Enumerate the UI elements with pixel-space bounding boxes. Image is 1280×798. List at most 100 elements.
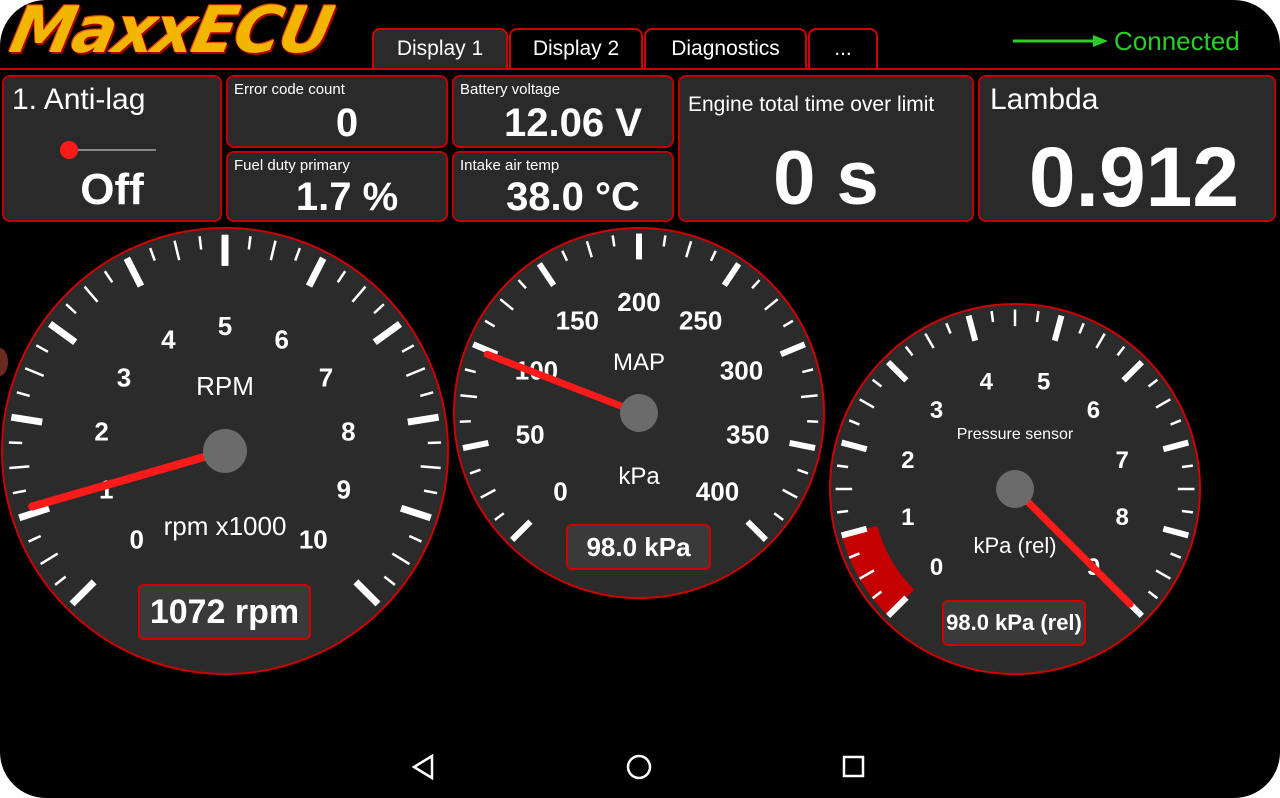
minor-tick bbox=[800, 394, 818, 399]
tick-label: 8 bbox=[341, 416, 355, 446]
tick-label: 9 bbox=[337, 475, 351, 505]
gauge-hub bbox=[620, 394, 658, 432]
minor-tick bbox=[990, 310, 995, 323]
tick-label: 400 bbox=[696, 476, 739, 506]
minor-tick bbox=[8, 441, 23, 445]
tab-diagnostics[interactable]: Diagnostics bbox=[644, 28, 807, 68]
engine-time-label: Engine total time over limit bbox=[688, 93, 935, 116]
tick-label: 10 bbox=[299, 524, 328, 554]
tab-label: ... bbox=[834, 37, 852, 60]
tick-label: 6 bbox=[1087, 397, 1100, 424]
tick-label: 150 bbox=[556, 306, 599, 336]
minor-tick bbox=[807, 420, 819, 424]
minor-tick bbox=[420, 465, 441, 470]
intake-air-label: Intake air temp bbox=[460, 157, 560, 174]
gauge-title: MAP bbox=[613, 349, 665, 376]
maxxecu-logo: MaxxECU bbox=[4, 0, 338, 68]
tab-display-1[interactable]: Display 1 bbox=[372, 28, 508, 68]
antilag-switch-thumb[interactable] bbox=[60, 141, 78, 159]
lambda-label: Lambda bbox=[990, 83, 1099, 116]
error-code-label: Error code count bbox=[234, 81, 345, 98]
gauge-hub bbox=[996, 470, 1034, 508]
major-tick bbox=[10, 413, 43, 426]
tick-label: 3 bbox=[117, 363, 131, 393]
error-code-value: 0 bbox=[335, 101, 359, 145]
tab-more[interactable]: ... bbox=[808, 28, 878, 68]
minor-tick bbox=[460, 394, 478, 399]
back-icon[interactable] bbox=[410, 752, 438, 782]
tick-label: 5 bbox=[218, 311, 232, 341]
antilag-label: 1. Anti-lag bbox=[12, 83, 146, 116]
antilag-switch-track[interactable] bbox=[68, 149, 156, 151]
recents-icon[interactable] bbox=[840, 752, 868, 782]
intake-air-panel: Intake air temp 38.0 °C bbox=[452, 151, 674, 222]
tick-label: 6 bbox=[274, 325, 288, 355]
map-readout: 98.0 kPa bbox=[566, 524, 711, 570]
home-icon[interactable] bbox=[624, 752, 654, 782]
rpm-readout: 1072 rpm bbox=[138, 584, 311, 640]
minor-tick bbox=[459, 420, 471, 424]
minor-tick bbox=[611, 235, 616, 247]
tick-label: 50 bbox=[516, 420, 545, 450]
tick-label: 1 bbox=[901, 504, 914, 531]
tick-label: 0 bbox=[553, 476, 567, 506]
gauge-unit: kPa (rel) bbox=[973, 533, 1056, 558]
error-code-panel: Error code count 0 bbox=[226, 75, 448, 148]
lambda-value: 0.912 bbox=[1028, 130, 1240, 224]
minor-tick bbox=[1035, 310, 1040, 323]
connection-arrow-icon bbox=[1013, 35, 1108, 47]
tick-label: 0 bbox=[129, 524, 143, 554]
tick-label: 200 bbox=[617, 287, 660, 317]
battery-value: 12.06 V bbox=[504, 101, 642, 145]
tick-label: 0 bbox=[930, 554, 943, 581]
tick-label: 2 bbox=[901, 447, 914, 474]
tick-label: 8 bbox=[1116, 504, 1129, 531]
tab-label: Diagnostics bbox=[671, 37, 780, 60]
tick-label: 350 bbox=[726, 420, 769, 450]
tick-label: 7 bbox=[319, 363, 333, 393]
minor-tick bbox=[1181, 464, 1194, 469]
tab-label: Display 2 bbox=[532, 37, 620, 60]
tick-label: 3 bbox=[930, 397, 943, 424]
antilag-panel[interactable]: 1. Anti-lag Off bbox=[2, 75, 222, 222]
major-tick bbox=[407, 413, 440, 426]
tab-label: Display 1 bbox=[396, 37, 484, 60]
fuel-duty-value: 1.7 % bbox=[295, 175, 399, 219]
minor-tick bbox=[836, 464, 849, 469]
map-gauge: 050100150200250300350400MAPkPa 98.0 kPa bbox=[452, 226, 826, 600]
antilag-value: Off bbox=[80, 165, 144, 214]
battery-panel: Battery voltage 12.06 V bbox=[452, 75, 674, 148]
engine-time-panel: Engine total time over limit 0 s bbox=[678, 75, 974, 222]
tick-label: 4 bbox=[980, 368, 994, 395]
fuel-duty-label: Fuel duty primary bbox=[234, 157, 350, 174]
tab-divider bbox=[0, 68, 1280, 70]
rpm-gauge: 0 1 2 3 4 5 6 7 8 9 10 RPM rpm x1000 1072 rpm bbox=[0, 226, 450, 676]
minor-tick bbox=[9, 465, 30, 470]
gauge-unit: rpm x1000 bbox=[164, 511, 287, 541]
minor-tick bbox=[662, 235, 667, 247]
engine-time-value: 0 s bbox=[773, 136, 879, 221]
battery-label: Battery voltage bbox=[460, 81, 561, 98]
screen: MaxxECU Display 1 Display 2 Diagnostics … bbox=[0, 0, 1280, 798]
gauge-title: Pressure sensor bbox=[957, 426, 1074, 443]
minor-tick bbox=[427, 441, 442, 445]
tick-label: 5 bbox=[1037, 368, 1050, 395]
pressure-gauge: 0123456789Pressure sensorkPa (rel) 98.0 … bbox=[828, 302, 1202, 676]
gauge-unit: kPa bbox=[618, 463, 660, 490]
minor-tick bbox=[836, 509, 849, 514]
minor-tick bbox=[198, 236, 203, 250]
tick-label: 4 bbox=[161, 325, 176, 355]
intake-air-value: 38.0 °C bbox=[506, 175, 640, 219]
minor-tick bbox=[247, 236, 252, 250]
connection-status: Connected bbox=[1114, 26, 1240, 56]
lambda-panel: Lambda 0.912 bbox=[978, 75, 1276, 224]
tick-label: 300 bbox=[720, 356, 763, 386]
tab-display-2[interactable]: Display 2 bbox=[509, 28, 643, 68]
tick-label: 2 bbox=[94, 416, 108, 446]
gauge-hub bbox=[203, 429, 247, 473]
pressure-readout: 98.0 kPa (rel) bbox=[942, 600, 1086, 646]
tick-label: 7 bbox=[1116, 447, 1129, 474]
fuel-duty-panel: Fuel duty primary 1.7 % bbox=[226, 151, 448, 222]
minor-tick bbox=[1181, 509, 1194, 514]
tick-label: 250 bbox=[679, 306, 722, 336]
